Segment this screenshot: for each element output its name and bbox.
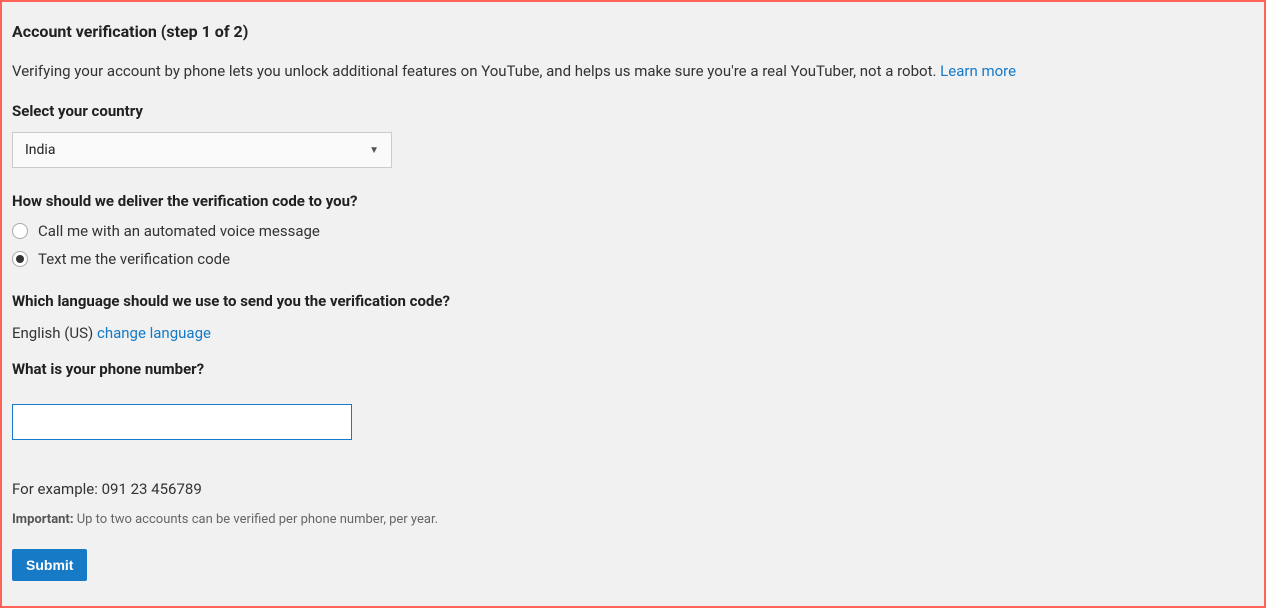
country-select[interactable]: India ▼ [12,132,392,168]
page-title: Account verification (step 1 of 2) [12,22,1254,41]
radio-icon [12,251,28,267]
language-label: Which language should we use to send you… [12,292,1254,310]
language-row: English (US) change language [12,324,1254,342]
country-label: Select your country [12,102,1254,120]
important-label: Important: [12,512,74,527]
intro-body: Verifying your account by phone lets you… [12,62,940,80]
verification-panel: Account verification (step 1 of 2) Verif… [0,0,1266,608]
phone-input[interactable] [12,404,352,440]
important-note: Important: Up to two accounts can be ver… [12,512,1254,527]
learn-more-link[interactable]: Learn more [940,62,1016,80]
change-language-link[interactable]: change language [97,324,211,342]
chevron-down-icon: ▼ [369,145,379,156]
delivery-label: How should we deliver the verification c… [12,192,1254,210]
language-current: English (US) [12,324,97,342]
submit-button[interactable]: Submit [12,549,87,581]
intro-text: Verifying your account by phone lets you… [12,61,1254,82]
radio-icon [12,223,28,239]
important-text: Up to two accounts can be verified per p… [74,512,439,527]
delivery-option-call[interactable]: Call me with an automated voice message [12,222,1254,240]
delivery-option-call-label: Call me with an automated voice message [38,222,320,240]
phone-example: For example: 091 23 456789 [12,480,1254,498]
delivery-option-text-label: Text me the verification code [38,250,230,268]
delivery-option-text[interactable]: Text me the verification code [12,250,1254,268]
phone-label: What is your phone number? [12,360,1254,378]
country-selected-value: India [25,142,55,158]
